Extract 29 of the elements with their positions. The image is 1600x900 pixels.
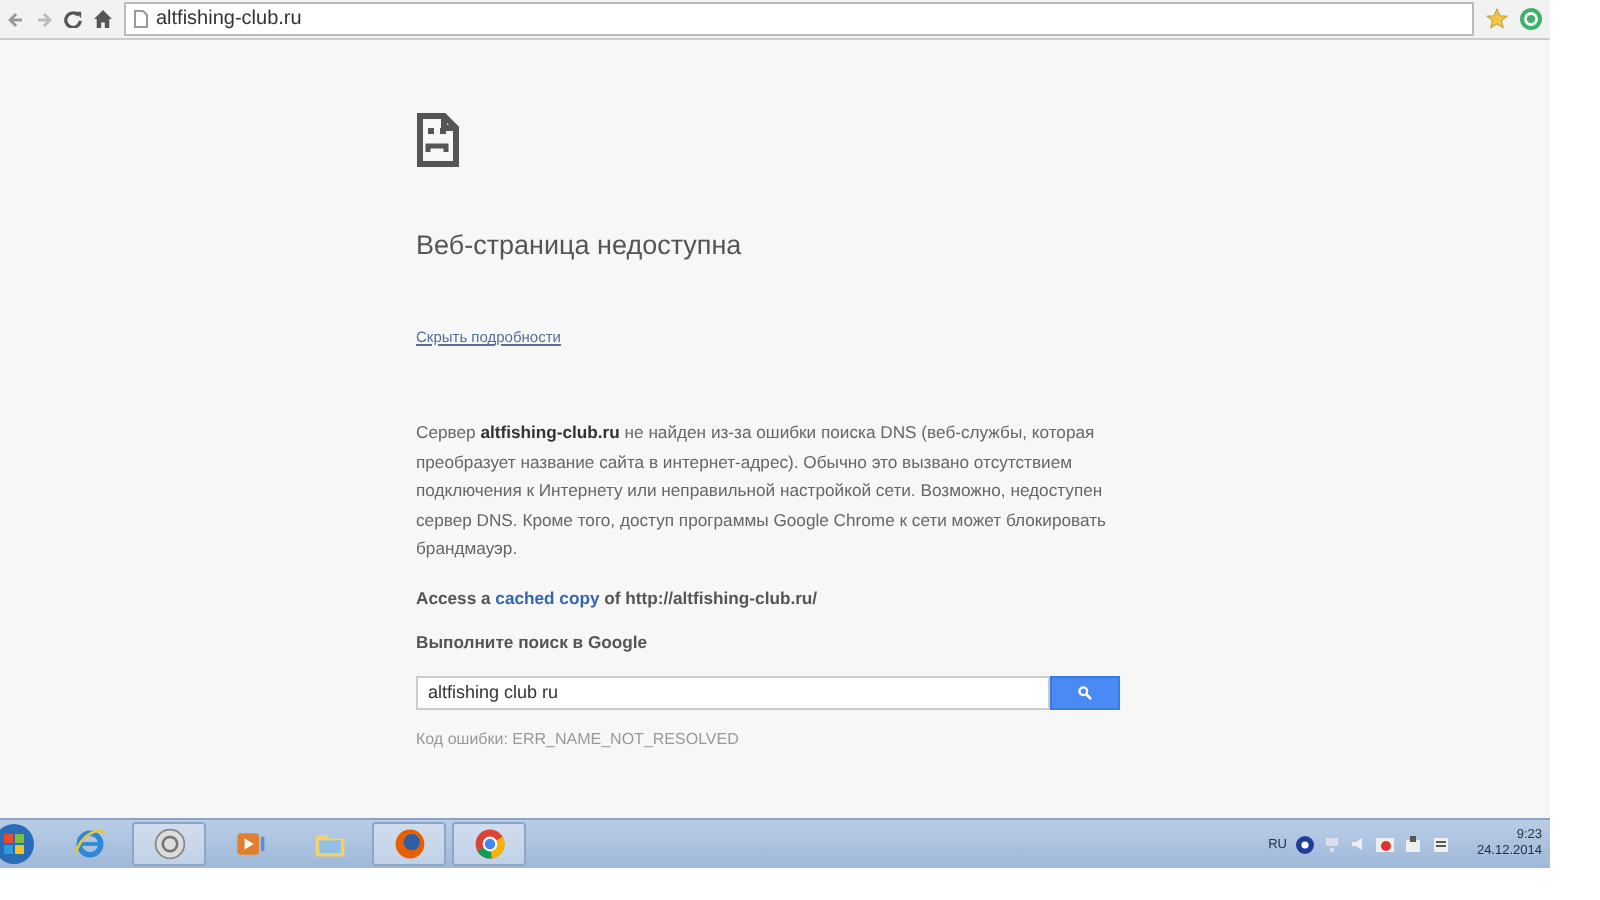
error-description: Сервер altfishing-club.ru не найден из-за ошибки поиска DNS (веб-службы, которая преобразует название сайта в интернет-адрес). Обычно это вызвано отсутствием подключения к Интернету или неправильной настройкой сети. Возможно, недоступен сервер DNS. Кроме того, доступ программы Google Chrome к сети может блокировать брандмауэр.: [416, 420, 1108, 562]
search-heading: Выполните поиск в Google: [416, 631, 650, 651]
home-icon[interactable]: [94, 10, 112, 28]
error-code: Код ошибки: ERR_NAME_NOT_RESOLVED: [416, 729, 741, 747]
chrome-icon: [471, 826, 507, 862]
url-text: altfishing-club.ru: [156, 8, 302, 30]
taskbar-button[interactable]: [132, 822, 206, 866]
search-icon: [1078, 685, 1092, 699]
cached-copy-link[interactable]: cached copy: [495, 587, 600, 607]
tray-icon[interactable]: [1432, 835, 1451, 853]
help-icon[interactable]: [1296, 835, 1315, 853]
extension-icon[interactable]: [1520, 8, 1542, 30]
address-bar[interactable]: altfishing-club.ru: [124, 2, 1474, 36]
taskbar-button[interactable]: [372, 822, 446, 866]
taskbar-button[interactable]: [452, 822, 526, 866]
cached-copy-text: Access a cached copy of http://altfishing-club.ru/: [416, 587, 820, 607]
forward-icon[interactable]: [36, 11, 52, 27]
error-title: Веб-страница недоступна: [416, 230, 744, 260]
search-button[interactable]: [1050, 675, 1120, 709]
reload-icon[interactable]: [64, 10, 82, 28]
start-button[interactable]: [0, 822, 40, 866]
search-field[interactable]: altfishing club ru: [416, 675, 1050, 709]
star-icon[interactable]: [1486, 8, 1508, 30]
back-icon[interactable]: [8, 11, 24, 27]
notification-icon[interactable]: [1376, 835, 1395, 853]
disc-icon: [151, 826, 187, 862]
sad-page-icon: [416, 112, 460, 168]
ie-icon: [71, 826, 107, 862]
page-icon: [134, 10, 148, 28]
